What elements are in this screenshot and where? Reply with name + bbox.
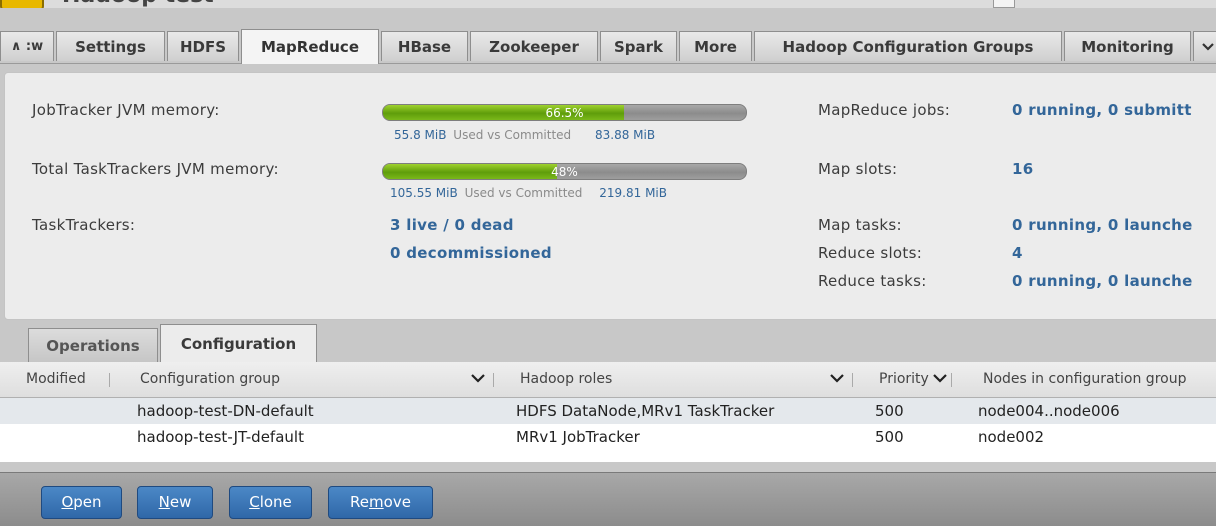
clone-mnemonic: C	[249, 493, 260, 511]
tab-settings[interactable]: Settings	[56, 31, 165, 61]
tasktrackers-caption: Used vs Committed	[464, 186, 583, 200]
column-header-hadoop-roles[interactable]: Hadoop roles	[520, 362, 612, 397]
tasktrackers-used: 105.55 MiB	[390, 186, 458, 200]
tasktrackers-label: TaskTrackers:	[32, 216, 136, 234]
remove-label-rest: ove	[383, 493, 411, 511]
tab-spark[interactable]: Spark	[600, 31, 677, 61]
column-separator	[493, 373, 494, 387]
chevron-down-icon[interactable]	[471, 373, 485, 383]
map-slots-value: 16	[1012, 160, 1034, 178]
window-icon	[993, 0, 1015, 8]
jobtracker-caption: Used vs Committed	[453, 128, 572, 142]
table-row[interactable]: hadoop-test-JT-default MRv1 JobTracker 5…	[0, 424, 1216, 450]
column-header-configuration-group[interactable]: Configuration group	[140, 362, 280, 397]
jobtracker-used: 55.8 MiB	[394, 128, 447, 142]
tab-configuration[interactable]: Configuration	[160, 324, 317, 362]
chevron-down-icon[interactable]	[830, 373, 844, 383]
cell-nodes: node004..node006	[978, 402, 1120, 420]
tab-zookeeper[interactable]: Zookeeper	[470, 31, 598, 61]
cell-priority: 500	[875, 428, 904, 446]
tab-more[interactable]: More	[679, 31, 752, 61]
column-separator	[951, 373, 952, 387]
jobtracker-memory-label: JobTracker JVM memory:	[32, 101, 220, 119]
remove-button[interactable]: Remove	[328, 486, 433, 519]
column-header-modified[interactable]: Modified	[26, 362, 86, 397]
sub-tab-bar: Operations Configuration	[0, 322, 1216, 362]
tab-scroll-left-button[interactable]: ∧ :w	[0, 31, 54, 61]
column-header-priority[interactable]: Priority	[879, 362, 929, 397]
new-mnemonic: N	[158, 493, 170, 511]
reduce-slots-value: 4	[1012, 244, 1023, 262]
tasktrackers-memory-label: Total TaskTrackers JVM memory:	[32, 160, 279, 178]
jobtracker-memory-bar: 66.5%	[382, 104, 747, 121]
new-label-rest: ew	[169, 493, 192, 511]
tab-hadoop-configuration-groups[interactable]: Hadoop Configuration Groups	[754, 31, 1062, 61]
map-tasks-value: 0 running, 0 launche	[1012, 216, 1193, 234]
config-groups-table-header: Modified Configuration group Hadoop role…	[0, 362, 1216, 398]
column-separator	[109, 373, 110, 387]
reduce-tasks-value: 0 running, 0 launche	[1012, 272, 1193, 290]
action-toolbar: Open New Clone Remove	[0, 472, 1216, 526]
map-tasks-label: Map tasks:	[818, 216, 902, 234]
cell-hadoop-roles: HDFS DataNode,MRv1 TaskTracker	[516, 402, 775, 420]
title-bar: Hadoop test	[0, 0, 1216, 8]
main-tab-bar: ∧ :w Settings HDFS MapReduce HBase Zooke…	[0, 29, 1216, 64]
tab-monitoring[interactable]: Monitoring	[1064, 31, 1191, 61]
tab-mapreduce[interactable]: MapReduce	[241, 29, 379, 64]
cell-nodes: node002	[978, 428, 1045, 446]
tab-overflow-dropdown[interactable]	[1193, 31, 1216, 61]
cell-priority: 500	[875, 402, 904, 420]
tab-hdfs[interactable]: HDFS	[167, 31, 239, 61]
tasktrackers-memory-bar: 48%	[382, 163, 747, 180]
column-separator	[852, 373, 853, 387]
hadoop-logo-icon	[0, 0, 44, 8]
map-slots-label: Map slots:	[818, 160, 898, 178]
chevron-down-icon[interactable]	[933, 373, 947, 383]
jobtracker-memory-detail: 55.8 MiB Used vs Committed 83.88 MiB	[394, 128, 655, 142]
app-title: Hadoop test	[62, 0, 214, 8]
mapreduce-jobs-label: MapReduce jobs:	[818, 101, 951, 119]
tab-hbase[interactable]: HBase	[381, 31, 468, 61]
tasktrackers-live-value[interactable]: 3 live / 0 dead	[390, 216, 514, 234]
tasktrackers-committed: 219.81 MiB	[599, 186, 667, 200]
open-label-rest: pen	[73, 493, 102, 511]
tasktrackers-memory-detail: 105.55 MiB Used vs Committed 219.81 MiB	[390, 186, 667, 200]
chevron-down-icon	[1202, 42, 1214, 51]
cell-configuration-group: hadoop-test-DN-default	[137, 402, 314, 420]
reduce-slots-label: Reduce slots:	[818, 244, 923, 262]
mapreduce-jobs-value: 0 running, 0 submitt	[1012, 101, 1192, 119]
cell-configuration-group: hadoop-test-JT-default	[137, 428, 304, 446]
clone-button[interactable]: Clone	[229, 486, 312, 519]
remove-label-pre: Re	[350, 493, 370, 511]
jobtracker-memory-percent: 66.5%	[545, 106, 584, 120]
column-header-nodes[interactable]: Nodes in configuration group	[983, 362, 1186, 397]
jobtracker-committed: 83.88 MiB	[594, 128, 656, 142]
open-button[interactable]: Open	[41, 486, 122, 519]
tasktrackers-decommissioned-value[interactable]: 0 decommissioned	[390, 244, 552, 262]
tab-operations[interactable]: Operations	[28, 328, 158, 362]
remove-mnemonic: m	[369, 493, 384, 511]
table-row[interactable]: hadoop-test-DN-default HDFS DataNode,MRv…	[0, 398, 1216, 424]
tasktrackers-memory-percent: 48%	[551, 165, 578, 179]
new-button[interactable]: New	[137, 486, 213, 519]
open-mnemonic: O	[61, 493, 74, 511]
cell-hadoop-roles: MRv1 JobTracker	[516, 428, 640, 446]
clone-label-rest: lone	[259, 493, 292, 511]
mapreduce-summary-panel: JobTracker JVM memory: 66.5% 55.8 MiB Us…	[4, 72, 1216, 320]
reduce-tasks-label: Reduce tasks:	[818, 272, 927, 290]
